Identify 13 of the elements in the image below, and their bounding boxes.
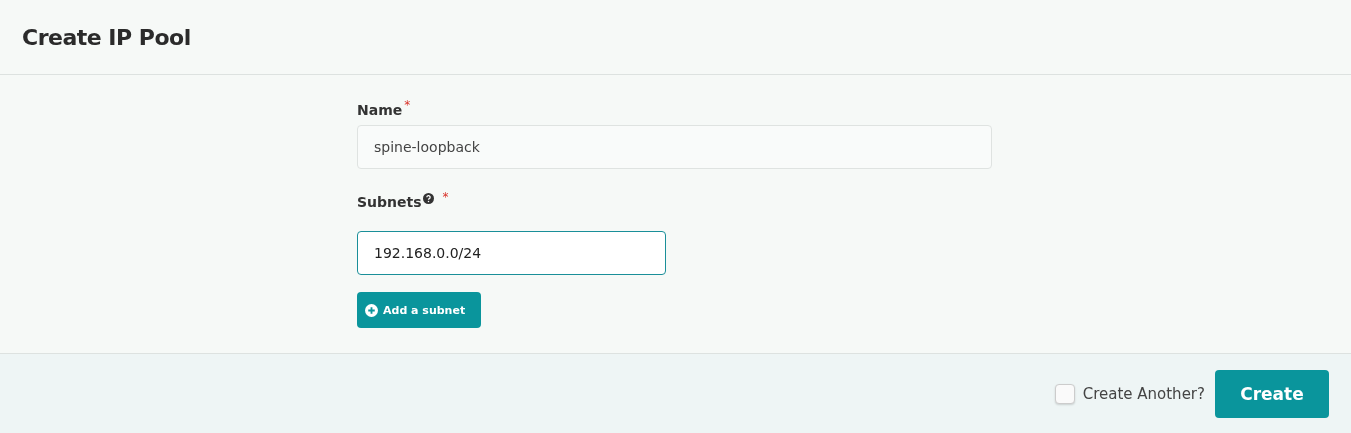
plus-circle-icon <box>365 303 378 317</box>
field-label: Subnets <box>357 193 422 212</box>
add-subnet-button[interactable]: Add a subnet <box>357 292 481 328</box>
required-mark: * <box>404 99 411 111</box>
checkbox-label: Create Another? <box>1082 384 1205 403</box>
input-field[interactable]: spine-loopback <box>357 125 992 169</box>
checkbox[interactable] <box>1054 383 1075 404</box>
create-button[interactable]: Create <box>1215 369 1329 418</box>
input-field[interactable]: 192.168.0.0/24 <box>357 231 666 275</box>
help-icon[interactable] <box>422 193 434 204</box>
required-mark: * <box>442 191 449 203</box>
field-label: Name <box>357 101 403 120</box>
dialog-title: Create IP Pool <box>22 24 191 50</box>
